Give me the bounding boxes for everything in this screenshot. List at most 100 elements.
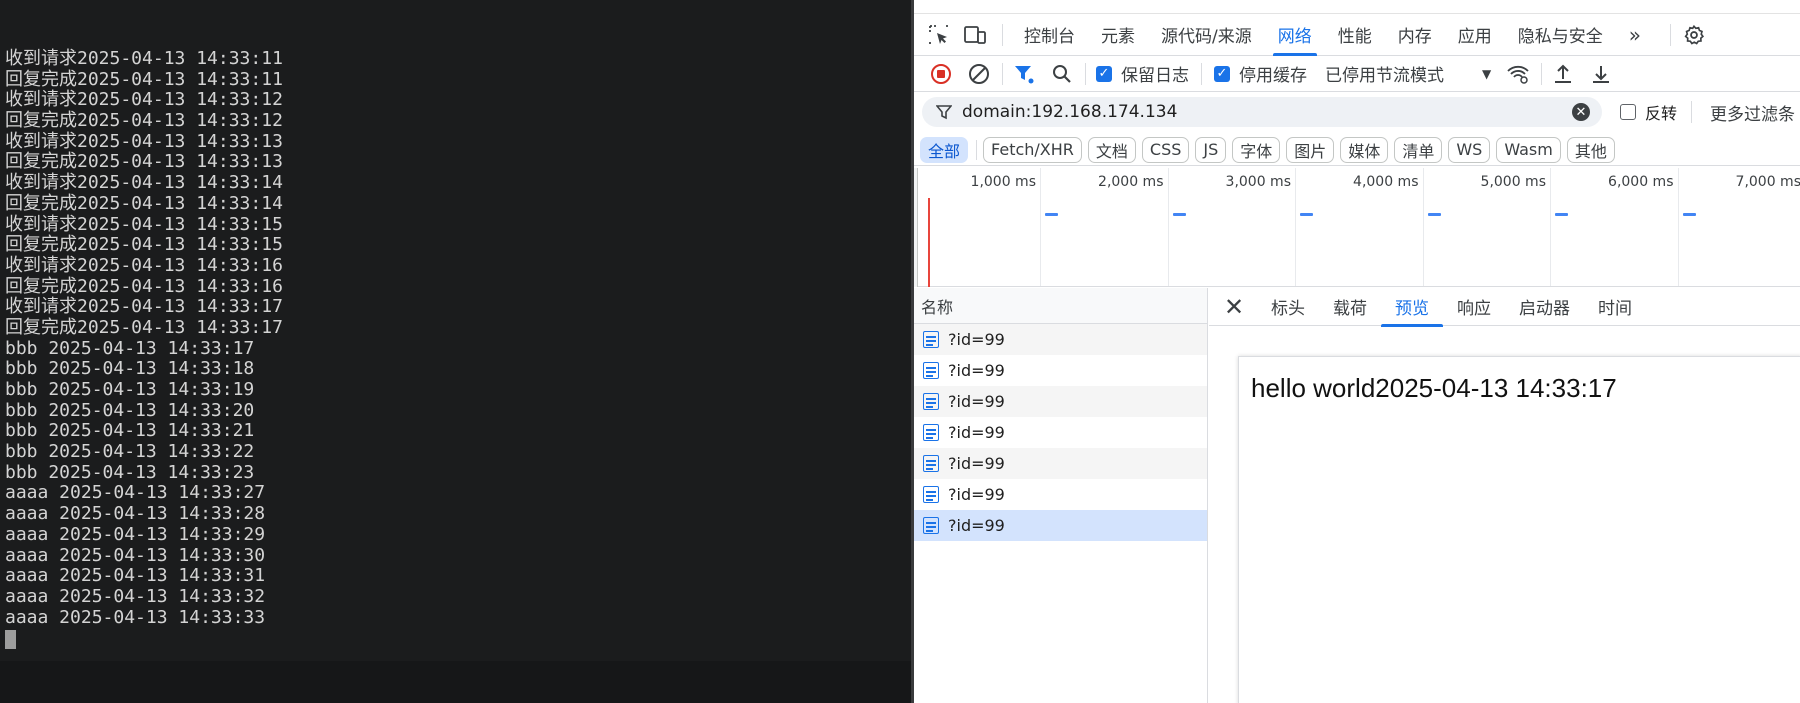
document-icon <box>923 393 939 410</box>
main-tab[interactable]: 应用 <box>1445 14 1505 56</box>
request-timing-bar <box>1427 213 1441 216</box>
export-har-icon[interactable] <box>1586 59 1616 89</box>
request-rows: ?id=99 ?id=99 ?id=99 ?id=99 ?id=99 ?id=99 ?id=… <box>914 324 1207 541</box>
main-tab[interactable]: 隐私与安全 <box>1505 14 1616 56</box>
main-tab[interactable]: 性能 <box>1325 14 1385 56</box>
request-row[interactable]: ?id=99 <box>914 448 1207 479</box>
name-column-header[interactable]: 名称 <box>914 288 1207 324</box>
timeline-tick-label: 2,000 ms <box>1098 174 1164 190</box>
type-filter-chip[interactable]: 清单 <box>1394 136 1443 163</box>
main-tab[interactable]: 控制台 <box>1011 14 1088 56</box>
stop-recording-icon[interactable] <box>926 59 956 89</box>
timeline-gridline <box>1422 168 1424 286</box>
type-filter-chip[interactable]: 其他 <box>1566 136 1615 163</box>
type-filter-chip[interactable]: WS <box>1448 136 1491 163</box>
close-detail-icon[interactable]: ✕ <box>1221 293 1247 321</box>
terminal-line: 回复完成2025-04-13 14:33:14 <box>5 192 283 214</box>
type-filter-chip[interactable]: JS <box>1195 136 1227 163</box>
disable-cache-checkbox[interactable]: ✓ 停用缓存 <box>1214 61 1307 86</box>
terminal-line: bbb 2025-04-13 14:33:17 <box>5 337 255 359</box>
request-name: ?id=99 <box>948 485 1005 504</box>
inspect-element-icon[interactable] <box>924 20 954 50</box>
type-filter-chip[interactable]: 字体 <box>1232 136 1281 163</box>
filter-input[interactable]: domain:192.168.174.134 ✕ <box>922 97 1602 127</box>
main-tab[interactable]: 网络 <box>1265 14 1325 56</box>
dropdown-arrow-icon: ▼ <box>1482 66 1492 81</box>
detail-tab[interactable]: 标头 <box>1257 288 1319 326</box>
request-name: ?id=99 <box>948 423 1005 442</box>
detail-tab[interactable]: 响应 <box>1443 288 1505 326</box>
network-conditions-icon[interactable] <box>1503 59 1533 89</box>
request-timing-bar <box>1300 213 1313 216</box>
request-row[interactable]: ?id=99 <box>914 386 1207 417</box>
request-row[interactable]: ?id=99 <box>914 510 1207 541</box>
toolbar-separator <box>1669 23 1671 46</box>
terminal-window[interactable]: 收到请求2025-04-13 14:33:11 回复完成2025-04-13 14… <box>0 0 911 703</box>
page-partial-text: ▔▔ ▔▔▔ <box>966 0 1033 12</box>
main-tab[interactable]: 源代码/来源 <box>1148 14 1265 56</box>
preserve-log-label: 保留日志 <box>1121 66 1189 86</box>
invert-label: 反转 <box>1645 104 1678 123</box>
detail-tab[interactable]: 预览 <box>1381 288 1443 327</box>
request-row[interactable]: ?id=99 <box>914 355 1207 386</box>
terminal-line: 收到请求2025-04-13 14:33:15 <box>5 213 283 235</box>
timeline-gridline <box>1677 168 1679 286</box>
request-row[interactable]: ?id=99 <box>914 479 1207 510</box>
request-timing-bar <box>1172 213 1186 216</box>
filter-funnel-icon[interactable] <box>1009 59 1039 89</box>
invert-checkbox[interactable]: 反转 <box>1620 100 1677 124</box>
terminal-line: aaaa 2025-04-13 14:33:31 <box>5 565 266 587</box>
request-timing-bar <box>1555 213 1568 216</box>
terminal-prompt-line <box>5 628 911 650</box>
terminal-line: 回复完成2025-04-13 14:33:13 <box>5 151 283 173</box>
terminal-line: bbb 2025-04-13 14:33:19 <box>5 379 255 400</box>
throttling-select[interactable]: 已停用节流模式 ▼ <box>1325 61 1491 86</box>
checkmark-icon: ✓ <box>1096 65 1112 82</box>
clear-filter-icon[interactable]: ✕ <box>1572 103 1590 121</box>
terminal-line: 回复完成2025-04-13 14:33:15 <box>5 234 283 256</box>
timeline-gridline <box>1040 168 1041 286</box>
request-row[interactable]: ?id=99 <box>914 417 1207 448</box>
devtools-main-tabbar: 控制台 元素 源代码/来源 网络 性能 内存 应用 隐私与安全 » <box>914 14 1800 56</box>
type-filter-chip[interactable]: 全部 <box>920 136 969 163</box>
filter-row: domain:192.168.174.134 ✕ 反转 更多过滤条 <box>914 93 1800 131</box>
terminal-line: 收到请求2025-04-13 14:33:17 <box>5 296 283 318</box>
timeline-tick-label: 3,000 ms <box>1225 174 1291 190</box>
type-filter-chip[interactable]: Fetch/XHR <box>983 136 1082 163</box>
timeline-gridline <box>1295 168 1296 286</box>
request-timing-bar <box>1682 213 1696 216</box>
search-icon[interactable] <box>1047 59 1077 89</box>
more-filters-dropdown[interactable]: 更多过滤条 <box>1710 100 1795 125</box>
network-toolbar: ✓ 保留日志 ✓ 停用缓存 已停用节流模式 ▼ <box>914 56 1800 92</box>
request-name: ?id=99 <box>948 330 1005 349</box>
terminal-line: bbb 2025-04-13 14:33:21 <box>5 420 255 442</box>
terminal-line: 收到请求2025-04-13 14:33:16 <box>5 254 283 276</box>
checkmark-icon: ✓ <box>1214 65 1230 82</box>
detail-tab[interactable]: 载荷 <box>1319 288 1381 326</box>
type-filter-chip[interactable]: CSS <box>1141 136 1190 163</box>
type-filter-chip[interactable]: Wasm <box>1496 136 1561 163</box>
more-tabs-icon[interactable]: » <box>1616 14 1654 56</box>
terminal-line: aaaa 2025-04-13 14:33:30 <box>5 544 266 566</box>
type-filter-chip[interactable]: 图片 <box>1286 136 1335 163</box>
terminal-bottom-bar <box>0 661 911 703</box>
main-tab[interactable]: 内存 <box>1385 14 1445 56</box>
network-timeline-overview[interactable]: 1,000 ms 2,000 ms 3,000 ms 4,000 ms 5,000 ms… <box>914 168 1800 287</box>
document-icon <box>923 455 939 472</box>
devtools-panel: ▔▔ ▔▔▔ 控制台元素源代码/来源网络性能内存应用隐私与安全 » <box>914 0 1800 703</box>
page-content-strip: ▔▔ ▔▔▔ <box>914 0 1800 14</box>
document-icon <box>923 331 939 348</box>
request-row[interactable]: ?id=99 <box>914 324 1207 355</box>
device-toolbar-icon[interactable] <box>960 20 990 50</box>
main-tab[interactable]: 元素 <box>1088 14 1148 56</box>
preserve-log-checkbox[interactable]: ✓ 保留日志 <box>1096 61 1189 86</box>
document-icon <box>923 424 939 441</box>
type-filter-chip[interactable]: 文档 <box>1087 136 1136 163</box>
type-filter-chip[interactable]: 媒体 <box>1340 136 1389 163</box>
clear-log-icon[interactable] <box>964 59 994 89</box>
toolbar-separator <box>1085 62 1086 85</box>
detail-tab[interactable]: 时间 <box>1584 288 1646 326</box>
detail-tab[interactable]: 启动器 <box>1505 288 1584 326</box>
import-har-icon[interactable] <box>1548 59 1578 89</box>
settings-gear-icon[interactable] <box>1679 20 1709 50</box>
